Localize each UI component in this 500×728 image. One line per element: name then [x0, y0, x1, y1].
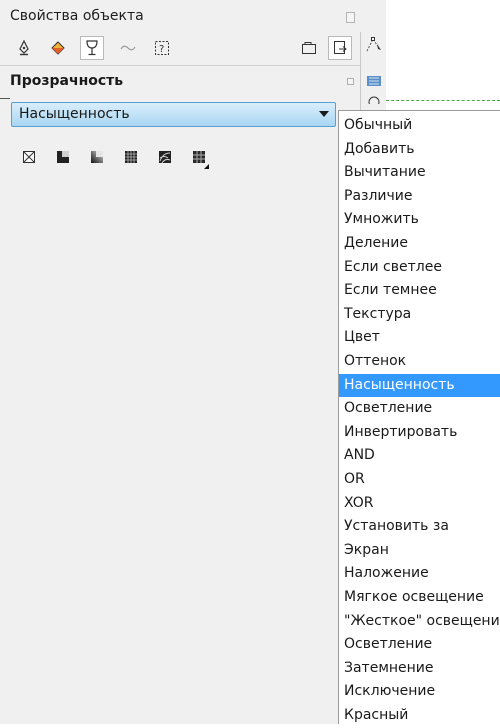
tab-export-page[interactable]: [328, 36, 352, 60]
fountain-transparency-icon[interactable]: [90, 150, 104, 164]
dropdown-option[interactable]: Исключение: [339, 680, 500, 704]
tab-text-frame[interactable]: ?: [150, 36, 174, 60]
dropdown-option[interactable]: OR: [339, 468, 500, 492]
dropdown-option[interactable]: Если темнее: [339, 279, 500, 303]
tab-outline[interactable]: [12, 36, 36, 60]
dropdown-option[interactable]: AND: [339, 444, 500, 468]
export-page-icon: [334, 41, 347, 54]
dropdown-option[interactable]: Если светлее: [339, 256, 500, 280]
no-transparency-icon[interactable]: [22, 150, 36, 164]
page-guide-line: [386, 100, 500, 101]
panel-divider: [0, 65, 361, 66]
dropdown-option[interactable]: Инвертировать: [339, 421, 500, 445]
dropdown-option[interactable]: Наложение: [339, 562, 500, 586]
dropdown-option[interactable]: "Жесткое" освещение: [339, 610, 500, 634]
panel-title: Свойства объекта: [10, 8, 144, 24]
ellipse-tool-icon[interactable]: [367, 94, 381, 104]
fill-bucket-icon: [51, 41, 65, 55]
dropdown-option[interactable]: Осветление: [339, 397, 500, 421]
dropdown-option[interactable]: Насыщенность: [339, 373, 500, 398]
dropdown-option[interactable]: Экран: [339, 539, 500, 563]
dropdown-option[interactable]: Установить за: [339, 515, 500, 539]
minimize-panel-button[interactable]: [346, 12, 355, 23]
ruler-tick: [0, 98, 10, 99]
dropdown-option[interactable]: Оттенок: [339, 350, 500, 374]
dropdown-option[interactable]: Добавить: [339, 138, 500, 162]
tab-curve[interactable]: [116, 36, 140, 60]
dropdown-option[interactable]: Обычный: [339, 114, 500, 138]
section-collapse-button[interactable]: [347, 78, 354, 85]
blend-mode-value: Насыщенность: [19, 106, 130, 122]
pattern-transparency-icon[interactable]: [124, 150, 138, 164]
object-properties-panel: Свойства объекта ? Прозрачность Насыщенн…: [0, 0, 372, 724]
tab-frame[interactable]: [297, 36, 321, 60]
side-toolbar: [361, 0, 386, 110]
dropdown-option[interactable]: Различие: [339, 185, 500, 209]
dropdown-option[interactable]: Умножить: [339, 208, 500, 232]
dropdown-option[interactable]: Мягкое освещение: [339, 586, 500, 610]
chevron-down-icon: [319, 111, 329, 117]
pen-outline-icon: [19, 40, 29, 56]
tab-transparency[interactable]: [80, 36, 104, 60]
curve-wave-icon: [120, 45, 136, 51]
transparency-glass-icon: [86, 40, 98, 56]
svg-text:?: ?: [159, 44, 164, 55]
section-title: Прозрачность: [10, 73, 124, 89]
uniform-transparency-icon[interactable]: [56, 150, 70, 164]
panel-header: Свойства объекта: [0, 0, 372, 32]
dropdown-option[interactable]: Текстура: [339, 303, 500, 327]
node-edit-icon[interactable]: [365, 36, 383, 54]
blend-mode-select[interactable]: Насыщенность: [11, 102, 336, 127]
text-frame-icon: ?: [155, 41, 169, 55]
texture-transparency-icon[interactable]: [158, 150, 172, 164]
dropdown-option[interactable]: Деление: [339, 232, 500, 256]
dropdown-option[interactable]: XOR: [339, 492, 500, 516]
dropdown-option[interactable]: Цвет: [339, 326, 500, 350]
dropdown-option[interactable]: Затемнение: [339, 657, 500, 681]
dropdown-option[interactable]: Осветление: [339, 633, 500, 657]
blend-mode-dropdown-list[interactable]: Обычный Добавить Вычитание Различие Умножить…: [338, 110, 500, 724]
frame-icon: [302, 42, 316, 54]
tab-fill[interactable]: [46, 36, 70, 60]
two-color-pattern-transparency-icon[interactable]: [192, 150, 209, 169]
smart-fill-icon[interactable]: [365, 72, 383, 88]
dropdown-option[interactable]: Вычитание: [339, 161, 500, 185]
